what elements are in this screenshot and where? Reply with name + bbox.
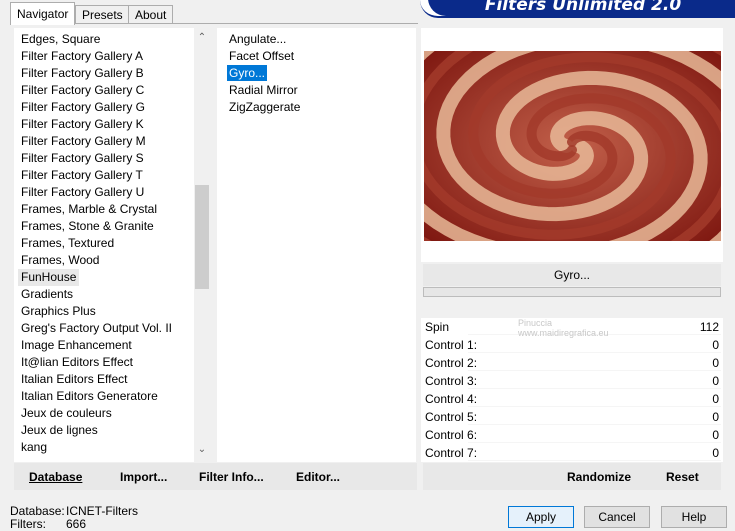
category-item[interactable]: Jeux de lignes — [21, 422, 98, 439]
category-item[interactable]: Filter Factory Gallery B — [21, 65, 144, 82]
category-item[interactable]: It@lian Editors Effect — [21, 354, 133, 371]
status-filters-value: 666 — [66, 517, 87, 531]
category-item[interactable]: Filter Factory Gallery M — [21, 133, 146, 150]
status-database: Database: ICNET-Filters — [10, 504, 138, 518]
category-item[interactable]: kang — [21, 439, 47, 456]
reset-button[interactable]: Reset — [666, 470, 699, 484]
category-item[interactable]: FunHouse — [18, 269, 80, 286]
category-item[interactable]: Frames, Stone & Granite — [21, 218, 154, 235]
scroll-up-icon[interactable]: ⌃ — [196, 32, 208, 43]
randomize-button[interactable]: Randomize — [567, 470, 631, 484]
category-item[interactable]: Italian Editors Generatore — [21, 388, 158, 405]
category-item[interactable]: Greg's Factory Output Vol. II — [21, 320, 172, 337]
category-item[interactable]: Frames, Wood — [21, 252, 99, 269]
watermark: Pinuccia www.maidiregrafica.eu — [480, 318, 609, 338]
category-item[interactable]: Filter Factory Gallery K — [21, 116, 144, 133]
database-button-label: Database — [29, 470, 83, 484]
reset-button-label: Reset — [666, 470, 699, 484]
status-filters-label: Filters: — [10, 517, 46, 531]
category-item[interactable]: Graphics Plus — [21, 303, 96, 320]
category-item[interactable]: Filter Factory Gallery C — [21, 82, 144, 99]
category-item[interactable]: Filter Factory Gallery G — [21, 99, 145, 116]
category-item[interactable]: Frames, Marble & Crystal — [21, 201, 157, 218]
cancel-button[interactable]: Cancel — [584, 506, 650, 528]
control-track — [468, 370, 721, 371]
help-button[interactable]: Help — [661, 506, 727, 528]
apply-button[interactable]: Apply — [508, 506, 574, 528]
filter-item[interactable]: Facet Offset — [229, 48, 294, 64]
banner-title: Filters Unlimited 2.0 — [484, 0, 682, 15]
import-button-label: Import... — [120, 470, 168, 484]
filter-item[interactable]: Angulate... — [229, 31, 286, 47]
category-item[interactable]: Filter Factory Gallery A — [21, 48, 143, 65]
control-track — [468, 352, 721, 353]
category-item[interactable]: Image Enhancement — [21, 337, 132, 354]
tab-navigator-label: Navigator — [17, 7, 69, 21]
category-item[interactable]: Filter Factory Gallery T — [21, 167, 143, 184]
filter-name-button[interactable]: Gyro... — [423, 264, 721, 286]
filter-item[interactable]: Radial Mirror — [229, 82, 298, 98]
scroll-down-icon[interactable]: ⌄ — [196, 444, 208, 455]
control-row[interactable]: Control 1: 0 — [423, 336, 721, 354]
tab-about-label: About — [135, 8, 167, 22]
tab-about[interactable]: About — [128, 5, 174, 24]
control-track — [468, 460, 721, 461]
cancel-button-label: Cancel — [598, 510, 636, 524]
database-button[interactable]: Database — [29, 470, 82, 484]
control-track — [468, 406, 721, 407]
randomize-button-label: Randomize — [567, 470, 632, 484]
control-row[interactable]: Control 2: 0 — [423, 354, 721, 372]
control-track — [468, 424, 721, 425]
tab-navigator[interactable]: Navigator — [10, 2, 76, 25]
control-row[interactable]: Control 4: 0 — [423, 390, 721, 408]
filter-item[interactable]: ZigZaggerate — [229, 99, 300, 115]
category-item[interactable]: Edges, Square — [21, 31, 100, 48]
control-row[interactable]: Control 5: 0 — [423, 408, 721, 426]
progress-bar — [423, 287, 721, 297]
app-banner: Filters Unlimited 2.0 — [428, 0, 735, 16]
control-track — [468, 388, 721, 389]
filter-info-button[interactable]: Filter Info... — [199, 470, 264, 484]
category-item[interactable]: Filter Factory Gallery U — [21, 184, 144, 201]
scroll-thumb[interactable] — [195, 185, 209, 289]
status-filters: Filters: 666 — [10, 517, 86, 531]
watermark-line2: www.maidiregrafica.eu — [518, 328, 609, 338]
editor-button-label: Editor... — [296, 470, 341, 484]
filter-item[interactable]: Gyro... — [227, 65, 268, 81]
category-item[interactable]: Frames, Textured — [21, 235, 114, 252]
import-button[interactable]: Import... — [120, 470, 167, 484]
filter-name-label: Gyro... — [553, 268, 590, 282]
category-item[interactable]: Gradients — [21, 286, 73, 303]
status-database-label: Database: — [10, 504, 65, 518]
category-item[interactable]: Jeux de couleurs — [21, 405, 112, 422]
status-database-value: ICNET-Filters — [66, 504, 138, 518]
control-row[interactable]: Control 6: 0 — [423, 426, 721, 444]
watermark-line1: Pinuccia — [518, 318, 553, 328]
tab-presets-label: Presets — [82, 8, 123, 22]
control-row[interactable]: Control 3: 0 — [423, 372, 721, 390]
category-item[interactable]: Italian Editors Effect — [21, 371, 128, 388]
control-track — [468, 442, 721, 443]
filter-info-button-label: Filter Info... — [199, 470, 264, 484]
tab-presets[interactable]: Presets — [75, 5, 130, 24]
category-scrollbar[interactable]: ⌃ ⌄ — [194, 28, 210, 462]
control-row[interactable]: Control 7: 0 — [423, 444, 721, 462]
editor-button[interactable]: Editor... — [296, 470, 340, 484]
apply-button-label: Apply — [525, 510, 557, 524]
control-label: Spin — [425, 320, 450, 334]
category-item[interactable]: Filter Factory Gallery S — [21, 150, 144, 167]
help-button-label: Help — [681, 510, 707, 524]
preview-image — [424, 51, 721, 241]
